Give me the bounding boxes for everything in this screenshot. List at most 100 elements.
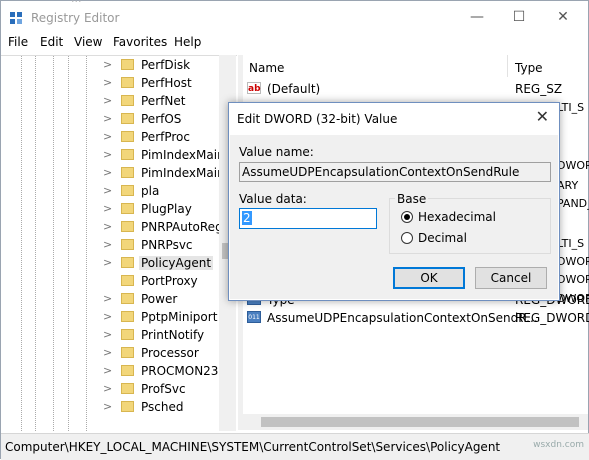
tree-item[interactable]: > PimIndexMaint [1, 147, 237, 165]
ok-button[interactable]: OK [393, 267, 465, 289]
folder-open-icon [121, 257, 134, 268]
registry-tree[interactable]: > PerfDisk > PerfHost > PerfNet > PerfOS > Pe… [1, 55, 237, 431]
tree-item[interactable]: > PerfProc [1, 129, 237, 147]
menu-edit[interactable]: Edit [40, 35, 63, 49]
column-divider[interactable] [507, 55, 508, 77]
dialog-title: Edit DWORD (32-bit) Value [237, 112, 398, 126]
tree-item-label: PerfNet [141, 94, 186, 108]
status-bar: Computer\HKEY_LOCAL_MACHINE\SYSTEM\Curre… [1, 433, 589, 460]
chevron-right-icon[interactable]: > [103, 112, 112, 125]
chevron-right-icon[interactable]: > [103, 94, 112, 107]
folder-icon [121, 131, 134, 142]
base-group-label: Base [395, 192, 429, 206]
tree-item-label: Processor [141, 346, 199, 360]
tree-item[interactable]: > PptpMiniport [1, 309, 237, 327]
folder-icon [121, 167, 134, 178]
dword-value-icon: 011 [247, 311, 261, 323]
chevron-right-icon[interactable]: > [103, 400, 112, 413]
chevron-right-icon[interactable]: > [103, 292, 112, 305]
folder-icon [121, 113, 134, 124]
close-window-button[interactable]: ✕ [553, 9, 573, 25]
chevron-right-icon[interactable]: > [103, 382, 112, 395]
chevron-right-icon[interactable]: > [103, 148, 112, 161]
tree-item-label: Power [141, 292, 178, 306]
tree-item-label: PolicyAgent [139, 256, 214, 270]
title-bar[interactable]: ... Registry Editor — ☐ ✕ [1, 0, 589, 33]
tree-item[interactable]: > Processor [1, 345, 237, 363]
chevron-right-icon[interactable]: > [103, 310, 112, 323]
chevron-right-icon[interactable]: > [103, 202, 112, 215]
folder-icon [121, 311, 134, 322]
tree-item[interactable]: > Psched [1, 399, 237, 417]
menu-favorites[interactable]: Favorites [113, 35, 167, 49]
menu-help[interactable]: Help [174, 35, 201, 49]
tree-item-label: ProfSvc [141, 382, 186, 396]
chevron-right-icon[interactable]: > [103, 256, 112, 269]
window-title: Registry Editor [31, 11, 120, 25]
tree-item[interactable]: > PlugPlay [1, 201, 237, 219]
close-icon[interactable]: ✕ [536, 107, 549, 126]
values-scrollbar-thumb[interactable] [261, 417, 579, 427]
folder-icon [121, 221, 134, 232]
value-data-label: Value data: [239, 192, 307, 206]
maximize-button[interactable]: ☐ [509, 9, 529, 25]
chevron-right-icon[interactable]: > [103, 166, 112, 179]
tree-item[interactable]: PortProxy [1, 273, 237, 291]
tree-item-label: PNRPAutoReg [141, 220, 223, 234]
menu-file[interactable]: File [8, 35, 28, 49]
tree-item[interactable]: > PerfNet [1, 93, 237, 111]
tree-item[interactable]: > PerfOS [1, 111, 237, 129]
folder-icon [121, 239, 134, 250]
tree-item-label: PimIndexMaint [141, 166, 230, 180]
chevron-right-icon[interactable]: > [103, 238, 112, 251]
tree-item[interactable]: > PerfDisk [1, 57, 237, 75]
tree-item-label: PerfHost [141, 76, 192, 90]
tree-item-label: PimIndexMaint [141, 148, 230, 162]
dialog-body: Value name: AssumeUDPEncapsulationContex… [230, 135, 558, 299]
hexadecimal-radio[interactable] [401, 211, 413, 223]
tree-item[interactable]: > pla [1, 183, 237, 201]
list-item[interactable]: ab (Default) REG_SZ [247, 81, 589, 99]
folder-icon [121, 95, 134, 106]
tree-item[interactable]: > ProfSvc [1, 381, 237, 399]
tree-item[interactable]: > PNRPAutoReg [1, 219, 237, 237]
value-data-text: 2 [242, 211, 252, 225]
cancel-button[interactable]: Cancel [475, 267, 547, 289]
menu-view[interactable]: View [74, 35, 102, 49]
chevron-right-icon[interactable]: > [103, 220, 112, 233]
value-name-field: AssumeUDPEncapsulationContextOnSendRule [239, 162, 551, 182]
hexadecimal-label[interactable]: Hexadecimal [418, 210, 496, 224]
chevron-right-icon[interactable]: > [103, 328, 112, 341]
tree-item-label: PROCMON23 [141, 364, 219, 378]
value-name: (Default) [267, 82, 321, 96]
tree-item[interactable]: > PROCMON23 [1, 363, 237, 381]
tree-item[interactable]: > PimIndexMaint [1, 165, 237, 183]
column-header-type[interactable]: Type [515, 61, 543, 75]
chevron-right-icon[interactable]: > [103, 184, 112, 197]
tree-item[interactable]: > PNRPsvc [1, 237, 237, 255]
folder-icon [121, 365, 134, 376]
chevron-right-icon[interactable]: > [103, 76, 112, 89]
tree-item-label: PlugPlay [141, 202, 192, 216]
tree-item[interactable]: > PerfHost [1, 75, 237, 93]
decimal-label[interactable]: Decimal [418, 231, 467, 245]
value-type: REG_SZ [515, 82, 563, 96]
folder-icon [121, 149, 134, 160]
decimal-radio[interactable] [401, 232, 413, 244]
tree-item-selected[interactable]: > PolicyAgent [1, 255, 237, 273]
chevron-right-icon[interactable]: > [103, 346, 112, 359]
chevron-right-icon[interactable]: > [103, 58, 112, 71]
partial-type-text: LTI_S [557, 101, 585, 114]
tree-item[interactable]: > PrintNotify [1, 327, 237, 345]
tree-item[interactable]: > Power [1, 291, 237, 309]
tree-item-label: Psched [141, 400, 184, 414]
tree-item-label: pla [141, 184, 160, 198]
partial-type-text: DWORD [557, 159, 589, 172]
minimize-button[interactable]: — [467, 9, 487, 25]
list-item[interactable]: 011 AssumeUDPEncapsulationContextOnSendR… [247, 310, 589, 328]
value-data-input[interactable]: 2 [239, 208, 377, 229]
column-header-name[interactable]: Name [249, 61, 284, 75]
chevron-right-icon[interactable]: > [103, 130, 112, 143]
chevron-right-icon[interactable]: > [103, 364, 112, 377]
background-window-text: ... [71, 0, 82, 5]
